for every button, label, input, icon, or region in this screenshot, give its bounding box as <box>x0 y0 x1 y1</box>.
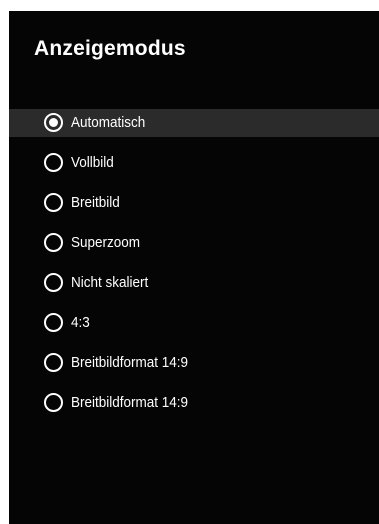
display-mode-dialog: Anzeigemodus Automatisch Vollbild Breitb… <box>9 11 379 524</box>
option-superzoom[interactable]: Superzoom <box>9 229 379 257</box>
option-label: Vollbild <box>71 154 114 171</box>
option-nicht-skaliert[interactable]: Nicht skaliert <box>9 269 379 297</box>
radio-unselected-icon[interactable] <box>44 393 63 412</box>
radio-unselected-icon[interactable] <box>44 153 63 172</box>
option-label: Nicht skaliert <box>71 274 149 291</box>
option-label: Superzoom <box>71 234 141 251</box>
option-4-3[interactable]: 4:3 <box>9 309 379 337</box>
option-vollbild[interactable]: Vollbild <box>9 149 379 177</box>
option-label: Breitbildformat 14:9 <box>71 394 189 411</box>
radio-selected-icon[interactable] <box>44 113 63 132</box>
dialog-title: Anzeigemodus <box>34 37 186 60</box>
radio-unselected-icon[interactable] <box>44 353 63 372</box>
radio-unselected-icon[interactable] <box>44 193 63 212</box>
display-mode-options: Automatisch Vollbild Breitbild Superzoom… <box>9 109 379 429</box>
option-label: Automatisch <box>71 114 146 131</box>
radio-unselected-icon[interactable] <box>44 273 63 292</box>
radio-unselected-icon[interactable] <box>44 313 63 332</box>
radio-unselected-icon[interactable] <box>44 233 63 252</box>
option-label: 4:3 <box>71 314 90 331</box>
option-automatisch[interactable]: Automatisch <box>9 109 379 137</box>
option-label: Breitbildformat 14:9 <box>71 354 189 371</box>
radio-dot-icon <box>49 118 58 127</box>
option-breitbildformat-14-9[interactable]: Breitbildformat 14:9 <box>9 349 379 377</box>
option-label: Breitbild <box>71 194 120 211</box>
option-breitbildformat-14-9-second[interactable]: Breitbildformat 14:9 <box>9 389 379 417</box>
option-breitbild[interactable]: Breitbild <box>9 189 379 217</box>
